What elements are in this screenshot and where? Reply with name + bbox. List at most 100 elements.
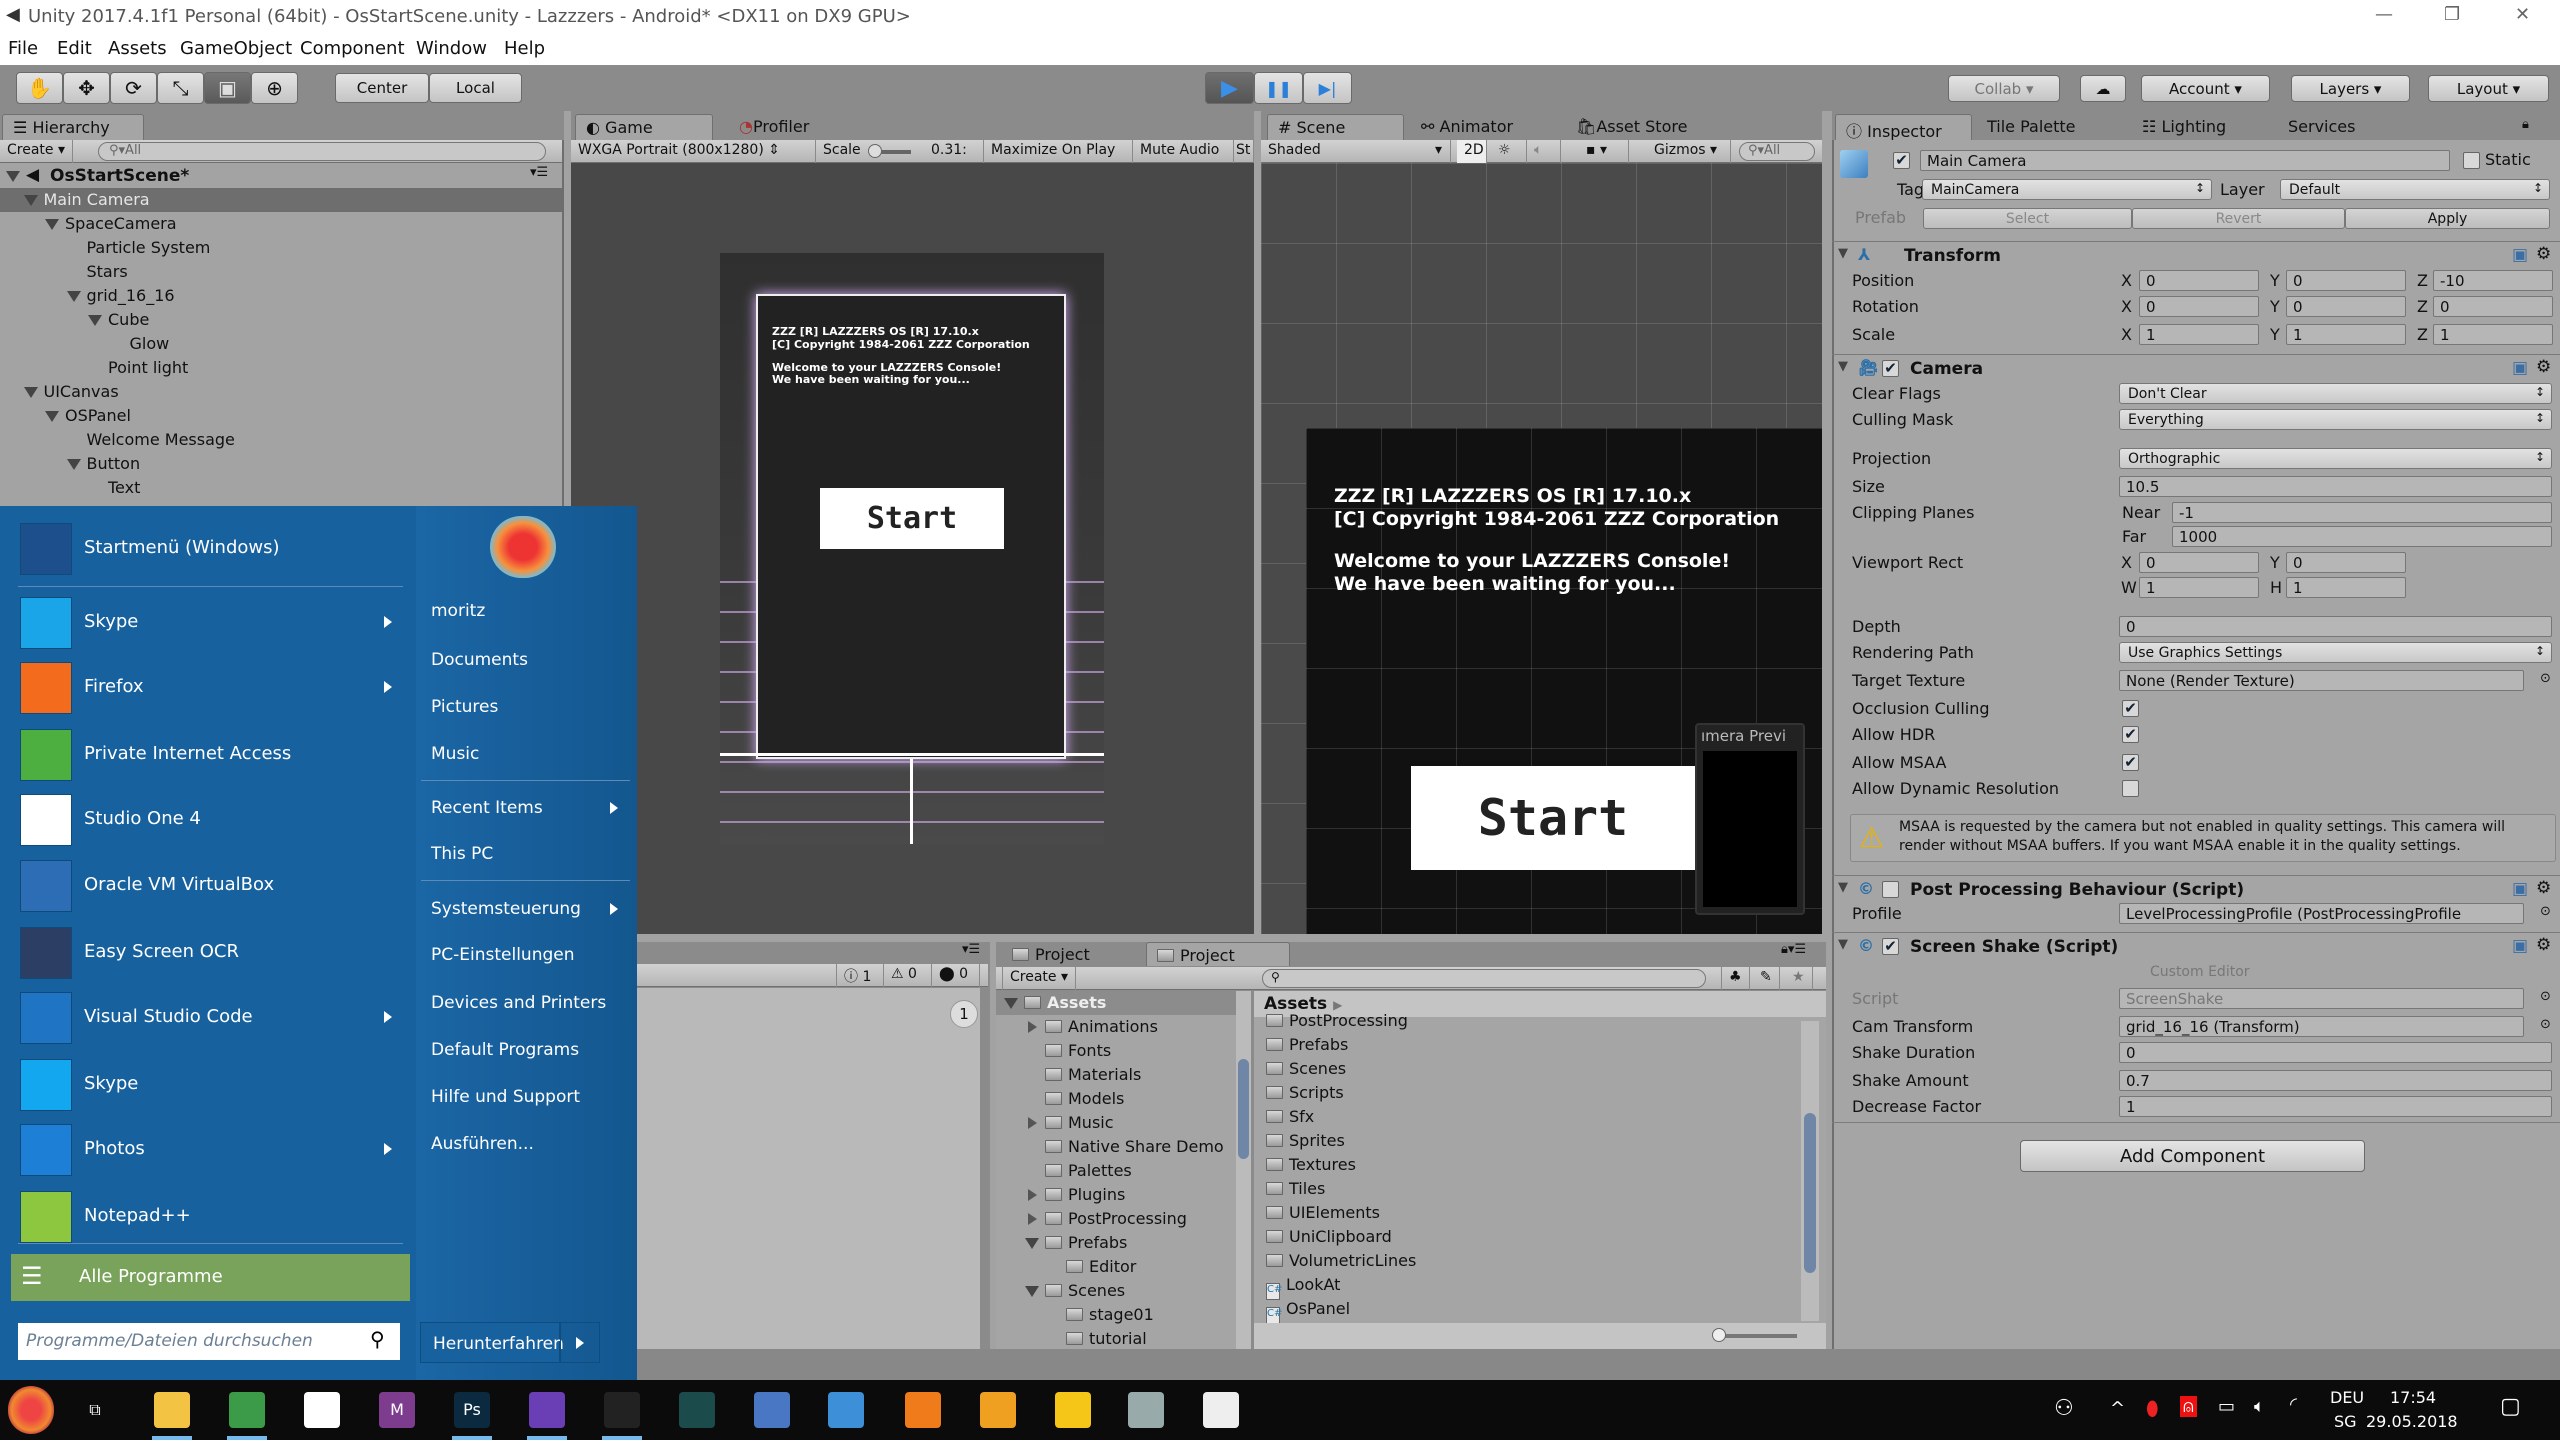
start-place-item[interactable]: Pictures	[431, 697, 498, 717]
scene-search[interactable]: ⚲▾All	[1739, 142, 1815, 161]
expand-arrow-icon[interactable]	[45, 219, 59, 230]
collab-button[interactable]: Collab ▾	[1948, 75, 2060, 102]
asset-item[interactable]: Sprites	[1254, 1129, 1794, 1153]
adobe-muse-icon[interactable]: M	[379, 1392, 415, 1428]
start-app-item[interactable]: Notepad++	[16, 1188, 406, 1248]
add-component-button[interactable]: Add Component	[2020, 1140, 2365, 1172]
field-x[interactable]: 0	[2139, 270, 2259, 291]
console-menu-icon[interactable]: ▾☰	[962, 942, 980, 957]
scene-canvas[interactable]: ZZZ [R] LAZZZERS OS [R] 17.10.x [C] Copy…	[1306, 428, 1822, 934]
shutdown-options-button[interactable]	[560, 1322, 600, 1363]
lock-icon[interactable]: 🔒︎	[2522, 117, 2529, 132]
gear-icon[interactable]: ⚙	[2536, 244, 2551, 264]
help-icon[interactable]: ▣	[2512, 358, 2528, 378]
static-checkbox[interactable]	[2463, 152, 2480, 169]
start-app-item[interactable]: Studio One 4	[16, 791, 406, 851]
icon-size-slider-thumb[interactable]	[1712, 1328, 1726, 1342]
asset-item[interactable]: UniClipboard	[1254, 1225, 1794, 1249]
menu-component[interactable]: Component	[300, 38, 405, 59]
menu-help[interactable]: Help	[504, 38, 545, 59]
tab-project-1[interactable]: Project	[1002, 942, 1100, 966]
object-picker-icon[interactable]: ⊙	[2540, 904, 2551, 919]
asset-item[interactable]: Prefabs	[1254, 1033, 1794, 1057]
asset-item[interactable]: VolumetricLines	[1254, 1249, 1794, 1273]
start-place-item[interactable]: Devices and Printers	[431, 993, 606, 1013]
scale-slider-thumb[interactable]	[868, 144, 882, 158]
mute-audio-toggle[interactable]: Mute Audio	[1133, 140, 1234, 163]
scene-root[interactable]: ◀ OsStartScene* ▾☰	[0, 164, 562, 188]
start-place-item[interactable]: Ausführen...	[431, 1134, 534, 1154]
field-near[interactable]: -1	[2172, 502, 2552, 523]
hierarchy-item[interactable]: Welcome Message	[0, 428, 562, 452]
field-ss-value-3[interactable]: 0.7	[2119, 1070, 2552, 1091]
collapsed-arrow-icon[interactable]	[1028, 1117, 1037, 1129]
field-object-8[interactable]: None (Render Texture)	[2119, 670, 2524, 691]
project-tree-item[interactable]: Editor	[996, 1255, 1236, 1279]
checkbox-12[interactable]	[2122, 780, 2139, 797]
expand-arrow-icon[interactable]	[66, 291, 81, 302]
object-picker-icon[interactable]: ⊙	[2540, 989, 2551, 1004]
checkbox-9[interactable]: ✔	[2122, 700, 2139, 717]
tab-asset-store[interactable]: 🛍Asset Store	[1566, 114, 1697, 140]
field-y[interactable]: 1	[2286, 324, 2406, 345]
object-picker-icon[interactable]: ⊙	[2540, 671, 2551, 686]
expand-arrow-icon[interactable]	[23, 387, 38, 398]
hierarchy-item[interactable]: Text	[0, 476, 562, 500]
active-checkbox[interactable]: ✔	[1893, 152, 1910, 169]
project-tree-scrollbar[interactable]	[1236, 991, 1251, 1349]
transform-header[interactable]: ▼ ⅄ Transform ▣ ⚙	[1832, 241, 2560, 271]
asset-item[interactable]: C# LookAt	[1254, 1273, 1794, 1300]
tab-tile-palette[interactable]: Tile Palette	[1977, 114, 2086, 140]
dropdown-7[interactable]: Use Graphics Settings	[2119, 642, 2552, 663]
pause-button[interactable]: ❚❚	[1254, 72, 1303, 104]
project-content-scrollbar[interactable]	[1801, 1021, 1819, 1321]
help-icon[interactable]: ▣	[2512, 879, 2528, 899]
field-z[interactable]: 0	[2433, 296, 2553, 317]
inkscape-icon[interactable]	[1055, 1392, 1091, 1428]
asset-item[interactable]: PostProcessing	[1254, 1009, 1794, 1033]
game-start-button[interactable]: Start	[820, 488, 1004, 549]
audio-toggle[interactable]: 🔈︎	[1527, 140, 1561, 163]
start-app-item[interactable]: Easy Screen OCR	[16, 924, 406, 984]
field-y[interactable]: 0	[2286, 270, 2406, 291]
expand-arrow-icon[interactable]	[1025, 1286, 1039, 1297]
2d-toggle[interactable]: 2D	[1457, 140, 1487, 163]
remote-desktop-icon[interactable]	[754, 1392, 790, 1428]
tab-scene[interactable]: # Scene	[1267, 114, 1404, 140]
field-ss-value-4[interactable]: 1	[2119, 1096, 2552, 1117]
field-z[interactable]: -10	[2433, 270, 2553, 291]
start-app-item[interactable]: Photos	[16, 1121, 406, 1181]
program-search-input[interactable]: Programme/Dateien durchsuchen ⚲	[18, 1323, 400, 1360]
object-picker-icon[interactable]: ⊙	[2540, 1017, 2551, 1032]
tool-button-1[interactable]: ✥	[63, 72, 110, 104]
warning-filter[interactable]: ⚠ 0	[884, 964, 932, 987]
help-icon[interactable]: ▣	[2512, 936, 2528, 956]
photoshop-icon[interactable]: Ps	[454, 1392, 490, 1428]
notification-icon[interactable]: ▢	[2500, 1394, 2521, 1419]
scene-menu-icon[interactable]: ▾☰	[530, 165, 548, 180]
project-tree-item[interactable]: Animations	[996, 1015, 1236, 1039]
tool-button-3[interactable]: ⤡	[157, 72, 204, 104]
gizmos-dropdown[interactable]: Gizmos ▾	[1647, 140, 1731, 163]
blender-icon[interactable]	[905, 1392, 941, 1428]
expand-arrow-icon[interactable]	[66, 459, 81, 470]
play-button[interactable]: ▶	[1205, 72, 1254, 104]
gear-icon[interactable]: ⚙	[2536, 935, 2551, 955]
field-x[interactable]: 0	[2139, 552, 2259, 573]
field-w[interactable]: 1	[2139, 577, 2259, 598]
camera-enabled-checkbox[interactable]: ✔	[1882, 360, 1899, 377]
menu-assets[interactable]: Assets	[108, 38, 167, 59]
maximize-on-play-toggle[interactable]: Maximize On Play	[984, 140, 1133, 163]
close-button[interactable]: ✕	[2515, 4, 2530, 25]
search-icon[interactable]: ⚲	[370, 1327, 385, 1351]
tag-dropdown[interactable]: MainCamera	[1922, 179, 2212, 200]
project-tree-item[interactable]: Assets	[996, 991, 1236, 1015]
project-tree-item[interactable]: Music	[996, 1111, 1236, 1135]
create-dropdown[interactable]: Create ▾	[0, 140, 74, 163]
volume-icon[interactable]: 🔈︎	[2254, 1396, 2265, 1417]
prefab-revert-button[interactable]: Revert	[2132, 208, 2345, 229]
store-icon[interactable]	[304, 1392, 340, 1428]
asset-item[interactable]: Tiles	[1254, 1177, 1794, 1201]
tool-button-4[interactable]: ▣	[204, 72, 251, 104]
project-tree-item[interactable]: Fonts	[996, 1039, 1236, 1063]
